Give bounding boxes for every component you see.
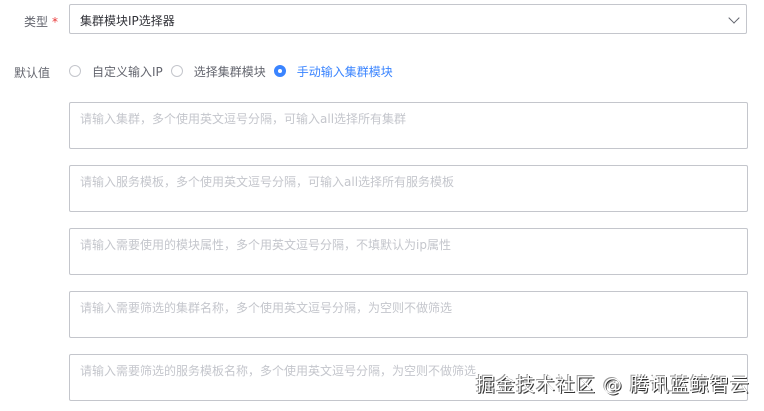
type-select[interactable]: 集群模块IP选择器 — [69, 4, 747, 34]
default-radio-group: 自定义输入IP 选择集群模块 手动输入集群模块 — [69, 63, 401, 79]
radio-custom-ip[interactable]: 自定义输入IP — [69, 63, 163, 80]
type-label: 类型 * — [0, 13, 58, 30]
radio-label: 自定义输入IP — [92, 64, 163, 79]
watermark: 掘金技术社区 @ 腾讯蓝鲸智云 — [475, 374, 750, 396]
radio-icon — [170, 65, 183, 77]
cluster-filter-input[interactable] — [69, 291, 748, 338]
module-attribute-input[interactable] — [69, 228, 748, 275]
chevron-down-icon — [728, 12, 740, 24]
radio-label: 手动输入集群模块 — [296, 64, 393, 79]
radio-checked-icon — [273, 65, 286, 77]
required-mark: * — [52, 15, 58, 29]
type-label-text: 类型 — [23, 15, 48, 29]
radio-manual-cluster-module[interactable]: 手动输入集群模块 — [273, 63, 393, 80]
radio-icon — [69, 65, 81, 77]
radio-label: 选择集群模块 — [193, 64, 266, 79]
type-select-value: 集群模块IP选择器 — [80, 14, 175, 28]
cluster-input[interactable] — [69, 102, 748, 149]
radio-select-cluster-module[interactable]: 选择集群模块 — [170, 63, 266, 80]
default-label: 默认值 — [13, 66, 50, 80]
service-template-input[interactable] — [69, 165, 748, 212]
